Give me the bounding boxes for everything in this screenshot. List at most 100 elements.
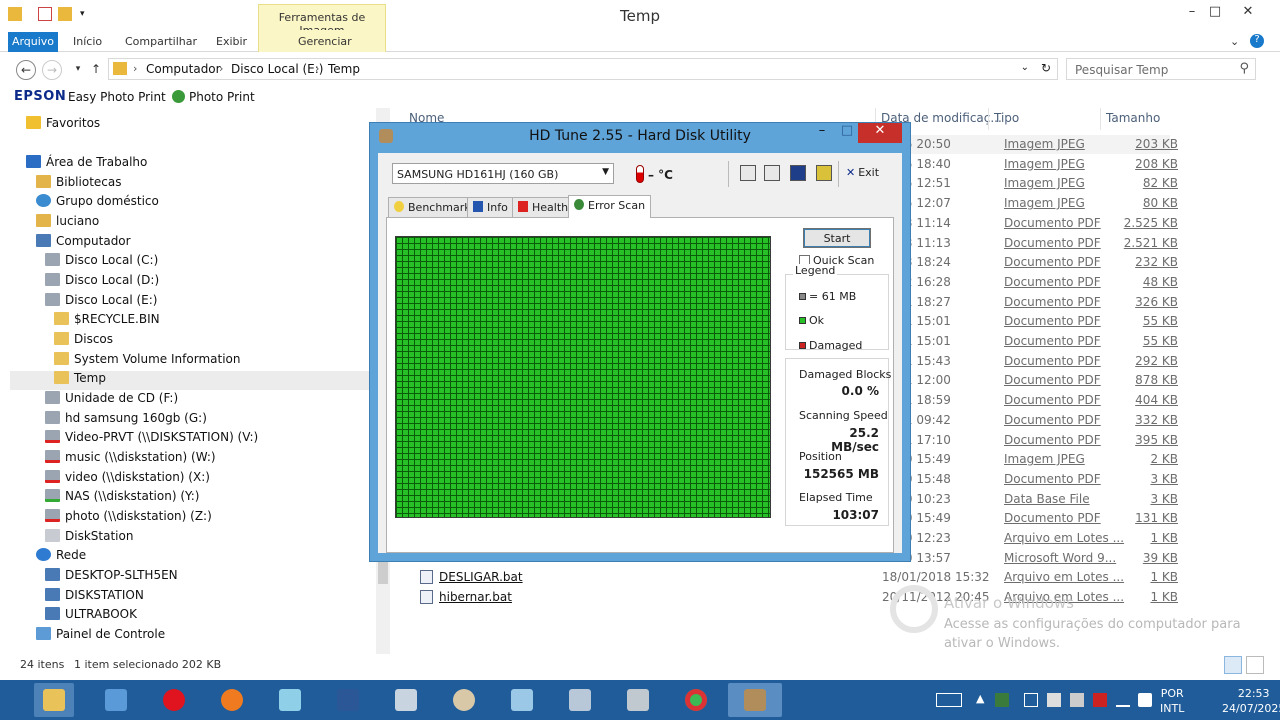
- tab-benchmark[interactable]: Benchmark: [388, 197, 477, 217]
- signal-icon[interactable]: [1116, 693, 1130, 707]
- tab-arquivo[interactable]: Arquivo: [8, 32, 58, 52]
- nav-temp[interactable]: Temp: [10, 371, 374, 390]
- nav-area-de-trabalho[interactable]: Área de Trabalho: [26, 155, 147, 174]
- minimize-button[interactable]: –: [1180, 4, 1204, 24]
- nav-rede[interactable]: Rede: [36, 548, 86, 567]
- table-row[interactable]: DESLIGAR.bat 18/01/2018 15:32 Arquivo em L…: [400, 568, 1178, 587]
- nav-computador[interactable]: Computador: [36, 234, 131, 253]
- nav-painel-de-controle[interactable]: Painel de Controle: [36, 627, 165, 646]
- nav-disco-c[interactable]: Disco Local (C:): [45, 253, 158, 272]
- nav-grupo-domestico[interactable]: Grupo doméstico: [36, 194, 159, 213]
- taskbar-hdtune[interactable]: [728, 683, 782, 717]
- address-dropdown-icon[interactable]: ⌄: [1021, 62, 1029, 73]
- hdtune-close-button[interactable]: ✕: [858, 123, 902, 143]
- copy-screenshot-icon[interactable]: [764, 165, 780, 181]
- recent-locations-icon[interactable]: ▾: [68, 60, 88, 80]
- maximize-button[interactable]: □: [1203, 4, 1227, 24]
- column-separator[interactable]: [988, 108, 989, 130]
- nav-ultrabook[interactable]: ULTRABOOK: [45, 607, 137, 626]
- breadcrumb-temp[interactable]: Temp: [328, 62, 360, 76]
- taskbar-app-10[interactable]: [560, 683, 600, 717]
- tab-inicio[interactable]: Início: [73, 32, 102, 52]
- refresh-icon[interactable]: ↻: [1041, 61, 1051, 75]
- tab-gerenciar[interactable]: Gerenciar: [298, 32, 352, 52]
- nav-video[interactable]: video (\\diskstation) (X:): [45, 470, 210, 489]
- taskbar-app-11[interactable]: [618, 683, 658, 717]
- nav-luciano[interactable]: luciano: [36, 214, 99, 233]
- clock[interactable]: 22:53 24/07/2025: [1222, 686, 1280, 716]
- back-button[interactable]: ←: [16, 60, 36, 80]
- taskbar-chrome[interactable]: [676, 683, 716, 717]
- start-button[interactable]: Start: [803, 228, 871, 248]
- nav-recycle-bin[interactable]: $RECYCLE.BIN: [54, 312, 160, 331]
- taskbar-firefox[interactable]: [212, 683, 252, 717]
- taskbar-paint[interactable]: [444, 683, 484, 717]
- hdtune-window: HD Tune 2.55 - Hard Disk Utility – □ ✕ S…: [369, 122, 911, 562]
- show-hidden-icons-icon[interactable]: ▲: [976, 692, 984, 705]
- hdtune-minimize-button[interactable]: –: [810, 123, 834, 143]
- forward-button[interactable]: →: [42, 60, 62, 80]
- nav-discos[interactable]: Discos: [54, 332, 113, 351]
- nav-desktop-slth5en[interactable]: DESKTOP-SLTH5EN: [45, 568, 178, 587]
- nav-hd-samsung[interactable]: hd samsung 160gb (G:): [45, 411, 207, 430]
- volume-icon[interactable]: [1138, 693, 1152, 707]
- tab-compartilhar[interactable]: Compartilhar: [125, 32, 197, 52]
- column-separator[interactable]: [1100, 108, 1101, 130]
- search-input[interactable]: Pesquisar Temp ⚲: [1066, 58, 1256, 80]
- column-header-tipo[interactable]: Tipo: [994, 111, 1019, 125]
- hdtune-maximize-button[interactable]: □: [836, 123, 858, 143]
- tray-app-icon[interactable]: [1024, 693, 1038, 707]
- expand-ribbon-icon[interactable]: ⌄: [1230, 32, 1239, 52]
- tab-info[interactable]: Info: [467, 197, 514, 217]
- taskbar-calculator[interactable]: [386, 683, 426, 717]
- tab-health[interactable]: Health: [512, 197, 575, 217]
- breadcrumb-disco-e[interactable]: Disco Local (E:): [231, 62, 323, 76]
- photo-print-button[interactable]: Photo Print: [189, 90, 255, 104]
- drive-select[interactable]: SAMSUNG HD161HJ (160 GB) ▼: [392, 163, 614, 184]
- calculator-icon: [395, 689, 417, 711]
- tab-exibir[interactable]: Exibir: [216, 32, 247, 52]
- close-button[interactable]: ✕: [1236, 4, 1260, 24]
- taskbar-app-9[interactable]: [502, 683, 542, 717]
- keyboard-icon[interactable]: [936, 693, 962, 707]
- file-name[interactable]: DESLIGAR.bat: [439, 570, 523, 584]
- language-indicator[interactable]: POR INTL: [1160, 686, 1184, 716]
- details-view-button[interactable]: [1224, 656, 1242, 674]
- nav-unidade-cd[interactable]: Unidade de CD (F:): [45, 391, 178, 410]
- taskbar-app-5[interactable]: [270, 683, 310, 717]
- help-icon[interactable]: ?: [1250, 34, 1264, 48]
- nav-diskstation[interactable]: DiskStation: [45, 529, 133, 548]
- tray-app-icon[interactable]: [995, 693, 1009, 707]
- nav-photo[interactable]: photo (\\diskstation) (Z:): [45, 509, 212, 528]
- nav-disco-d[interactable]: Disco Local (D:): [45, 273, 159, 292]
- pdf-tray-icon[interactable]: [1093, 693, 1107, 707]
- taskbar-app-2[interactable]: [96, 683, 136, 717]
- address-box[interactable]: › Computador › Disco Local (E:) › Temp ⌄…: [108, 58, 1058, 80]
- file-name[interactable]: hibernar.bat: [439, 590, 512, 604]
- nav-system-volume-information[interactable]: System Volume Information: [54, 352, 240, 371]
- nav-video-prvt[interactable]: Video-PRVT (\\DISKSTATION) (V:): [45, 430, 258, 449]
- nav-music[interactable]: music (\\diskstation) (W:): [45, 450, 216, 469]
- nav-favoritos[interactable]: Favoritos: [26, 116, 100, 135]
- file-type: Imagem JPEG: [1004, 137, 1085, 151]
- elapsed-time-label: Elapsed Time: [799, 491, 873, 504]
- taskbar-word[interactable]: [328, 683, 368, 717]
- options-icon[interactable]: [816, 165, 832, 181]
- nav-disco-e[interactable]: Disco Local (E:): [45, 293, 157, 312]
- breadcrumb-computador[interactable]: Computador: [146, 62, 221, 76]
- column-header-tamanho[interactable]: Tamanho: [1106, 111, 1160, 125]
- nav-diskstation-net[interactable]: DISKSTATION: [45, 588, 144, 607]
- large-icons-view-button[interactable]: [1246, 656, 1264, 674]
- tab-error-scan[interactable]: Error Scan: [568, 195, 652, 218]
- easy-photo-print-button[interactable]: Easy Photo Print: [68, 90, 166, 104]
- nav-bibliotecas[interactable]: Bibliotecas: [36, 175, 121, 194]
- taskbar-file-explorer[interactable]: [34, 683, 74, 717]
- up-button[interactable]: ↑: [86, 60, 106, 80]
- exit-button[interactable]: ✕ Exit: [846, 166, 879, 179]
- save-icon[interactable]: [790, 165, 806, 181]
- taskbar-opera[interactable]: [154, 683, 194, 717]
- tray-app-icon[interactable]: [1070, 693, 1084, 707]
- nav-nas[interactable]: NAS (\\diskstation) (Y:): [45, 489, 199, 508]
- copy-info-icon[interactable]: [740, 165, 756, 181]
- tray-app-icon[interactable]: [1047, 693, 1061, 707]
